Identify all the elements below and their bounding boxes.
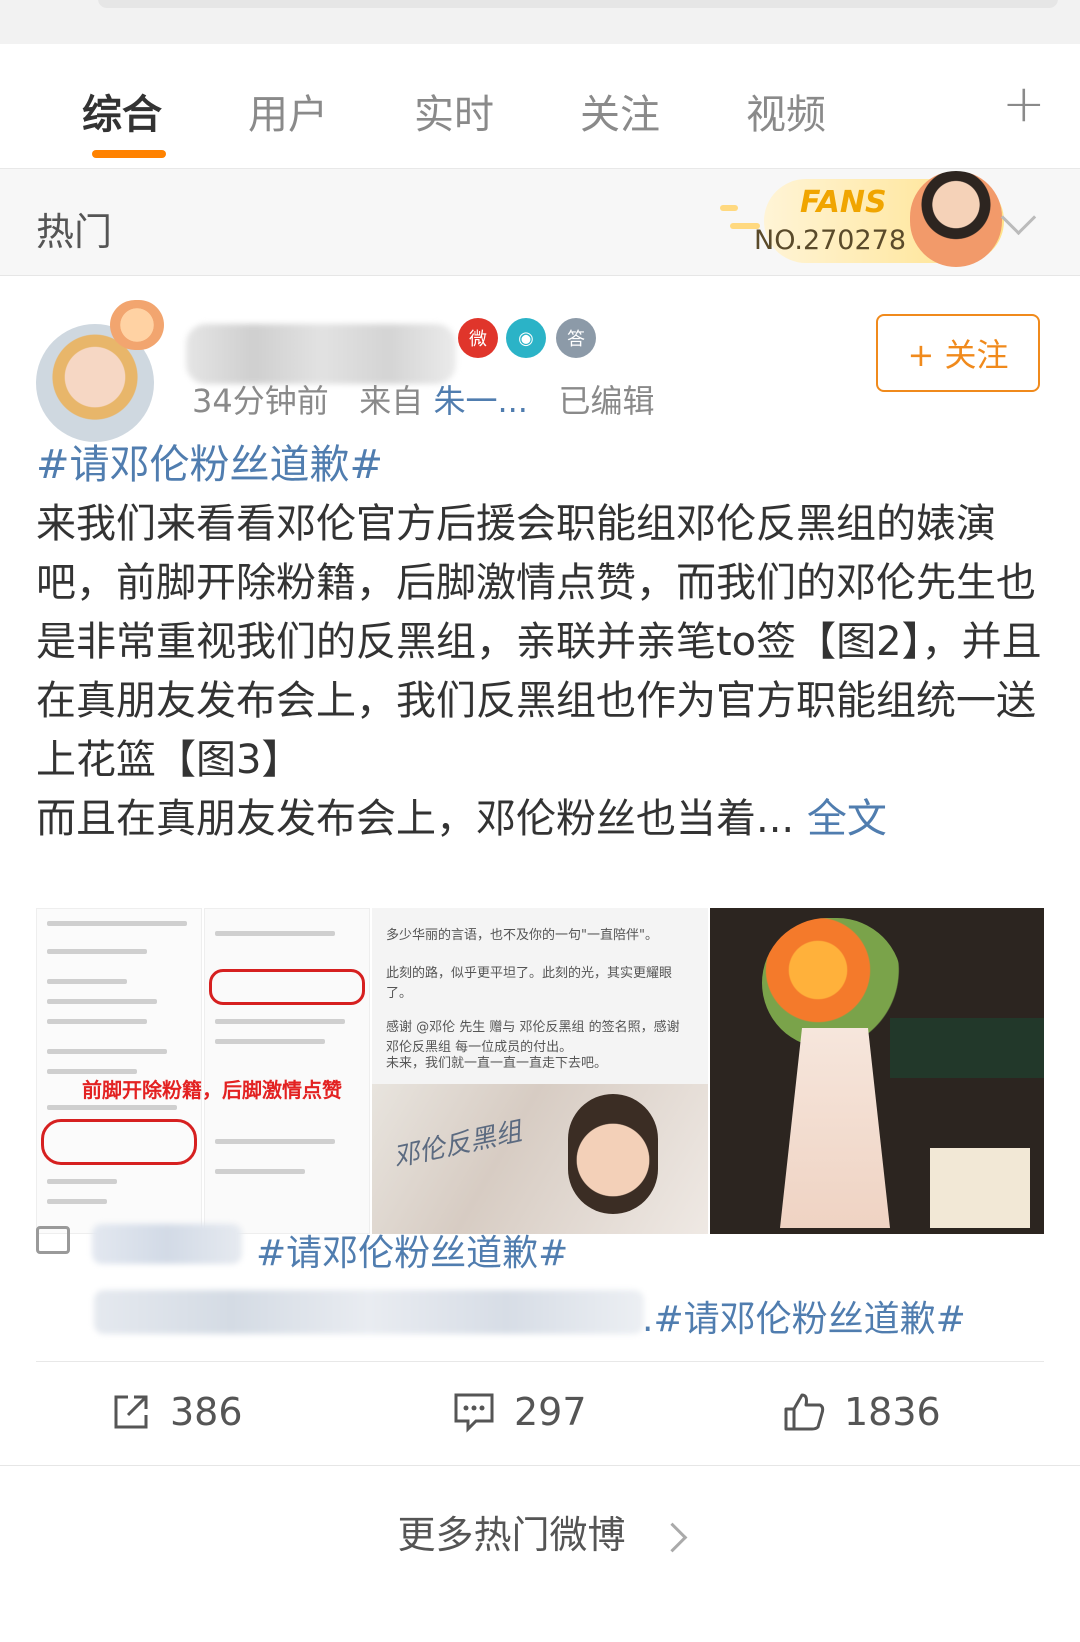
fans-decoration — [720, 205, 738, 211]
repost-icon — [114, 1395, 148, 1429]
screenshot-line — [47, 1179, 117, 1184]
screenshot-line — [215, 1039, 325, 1044]
fans-badge[interactable]: FANS NO.270278 — [720, 171, 1010, 271]
thumbs-up-icon — [784, 1393, 825, 1431]
search-bar[interactable] — [98, 0, 1058, 8]
image-red-caption: 前脚开除粉籍，后脚激情点赞 — [82, 1078, 342, 1102]
tab-following[interactable]: 关注 — [580, 82, 660, 140]
hot-bar: 热门 FANS NO.270278 — [0, 169, 1080, 276]
person-photo — [568, 1094, 658, 1214]
like-count: 1836 — [844, 1390, 941, 1434]
post-source[interactable]: 朱一... — [433, 382, 528, 420]
post-images: 前脚开除粉籍，后脚激情点赞 多少华丽的言语，也不及你的一句"一直陪伴"。 此刻的… — [36, 908, 1044, 1234]
screenshot-line — [47, 1019, 147, 1024]
answer-icon: 答 — [556, 318, 596, 358]
comment-icon — [36, 1226, 70, 1254]
red-circle — [209, 969, 365, 1005]
post-content: #请邓伦粉丝道歉# 来我们来看看邓伦官方后援会职能组邓伦反黑组的婊演吧，前脚开除… — [36, 436, 1046, 849]
screenshot-line — [47, 979, 127, 984]
image-text-line: 多少华丽的言语，也不及你的一句"一直陪伴"。 — [386, 928, 658, 943]
comment-icon — [454, 1393, 494, 1433]
flower-wrap — [780, 1028, 890, 1228]
comment-count: 297 — [514, 1390, 587, 1434]
post-image-1[interactable] — [36, 908, 202, 1234]
image-text-line: 此刻的路，似乎更平坦了。此刻的光，其实更耀眼了。 — [386, 966, 673, 1001]
active-tab-indicator — [92, 150, 166, 158]
tab-realtime[interactable]: 实时 — [414, 82, 494, 140]
search-tabs: 综合 用户 实时 关注 视频 + — [0, 44, 1080, 169]
screenshot-line — [47, 999, 157, 1004]
screenshot-line — [47, 921, 187, 926]
screenshot-line — [215, 1169, 305, 1174]
screenshot-line — [47, 949, 147, 954]
camera-icon: ◉ — [506, 318, 546, 358]
hot-label: 热门 — [36, 210, 113, 254]
post-from-prefix: 来自 — [359, 382, 424, 420]
more-hot-weibo-row[interactable]: 更多热门微博 — [0, 1504, 1080, 1559]
follow-button[interactable]: + 关注 — [876, 314, 1040, 392]
commenter-blurred[interactable] — [92, 1224, 242, 1264]
screenshot-line — [215, 1019, 345, 1024]
post-body-tail: 而且在真朋友发布会上，邓伦粉丝也当着... — [36, 796, 795, 842]
fulltext-link[interactable]: 全文 — [807, 796, 887, 842]
post-image-3[interactable]: 多少华丽的言语，也不及你的一句"一直陪伴"。 此刻的路，似乎更平坦了。此刻的光，… — [372, 908, 708, 1234]
signed-photo: 邓伦反黑组 — [372, 1084, 708, 1234]
fans-number: NO.270278 — [754, 225, 907, 256]
image-text-line: 感谢 @邓伦 先生 赠与 邓伦反黑组 的签名照，感谢 邓伦反黑组 每一位成员的付… — [386, 1020, 680, 1055]
post-meta: 34分钟前 来自 朱一... 已编辑 — [192, 376, 655, 422]
weibo-icon: 微 — [458, 318, 498, 358]
comment-button[interactable]: 297 — [452, 1390, 587, 1434]
more-hot-weibo-label: 更多热门微博 — [397, 1513, 626, 1557]
chevron-right-icon — [657, 1522, 687, 1553]
tab-users[interactable]: 用户 — [248, 82, 328, 140]
decoration-table — [890, 1018, 1044, 1078]
image-text-line: 未来，我们就一直一直一直走下去吧。 — [386, 1056, 608, 1071]
tab-comprehensive[interactable]: 综合 — [82, 82, 162, 140]
divider — [36, 1361, 1044, 1362]
signature-text: 邓伦反黑组 — [390, 1116, 525, 1174]
repost-button[interactable]: 386 — [110, 1390, 243, 1434]
red-circle — [41, 1119, 197, 1165]
hot-comments: #请邓伦粉丝道歉# .#请邓伦粉丝道歉# — [36, 1224, 1046, 1340]
tab-video[interactable]: 视频 — [746, 82, 826, 140]
post-body: 来我们来看看邓伦官方后援会职能组邓伦反黑组的婊演吧，前脚开除粉籍，后脚激情点赞，… — [36, 501, 1042, 783]
repost-count: 386 — [170, 1390, 243, 1434]
fans-title: FANS — [800, 185, 887, 220]
post-hashtag[interactable]: #请邓伦粉丝道歉# — [36, 442, 383, 488]
screenshot-line — [47, 1049, 167, 1054]
comment-hashtag[interactable]: #请邓伦粉丝道歉# — [256, 1224, 568, 1276]
comment-hashtag[interactable]: .#请邓伦粉丝道歉# — [642, 1290, 966, 1342]
fans-avatar — [910, 171, 1002, 267]
avatar-decoration — [110, 300, 164, 350]
post-image-2[interactable] — [204, 908, 370, 1234]
post-image-4[interactable] — [710, 908, 1044, 1234]
status-area — [0, 0, 1080, 44]
more-hot-weibo[interactable]: 更多热门微博 — [0, 1465, 1080, 1642]
comment-blurred[interactable] — [94, 1290, 644, 1334]
username-blurred[interactable] — [186, 324, 456, 384]
screenshot-line — [215, 1139, 335, 1144]
post-time: 34分钟前 — [192, 382, 329, 420]
screenshot-line — [47, 1105, 177, 1110]
screenshot-line — [47, 1199, 107, 1204]
like-button[interactable]: 1836 — [782, 1390, 941, 1434]
plus-icon[interactable]: + — [1002, 74, 1046, 134]
post-actions: 386 297 1836 — [0, 1366, 1080, 1462]
screenshot-line — [215, 931, 335, 936]
post-edited: 已编辑 — [558, 382, 655, 420]
gift-bag — [930, 1148, 1030, 1228]
